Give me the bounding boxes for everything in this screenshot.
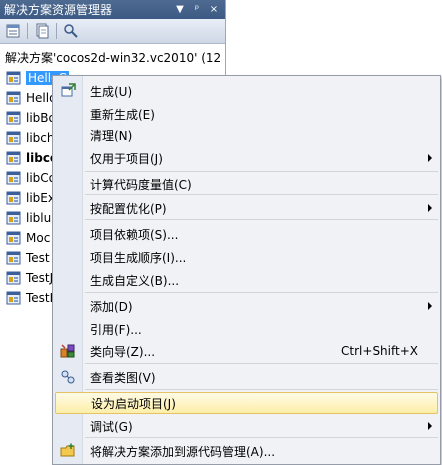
dropdown-icon[interactable]: ▼ xyxy=(173,3,187,17)
vc-project-icon xyxy=(6,70,22,86)
menu-item[interactable]: 重新生成(E) xyxy=(55,103,438,125)
menu-item-shortcut: Ctrl+Shift+X xyxy=(341,344,418,358)
vc-project-icon xyxy=(6,270,22,286)
panel-toolbar xyxy=(0,19,225,44)
submenu-arrow-icon xyxy=(428,204,432,212)
menu-item-label: 设为启动项目(J) xyxy=(91,396,176,411)
submenu-arrow-icon xyxy=(428,302,432,310)
menu-separator xyxy=(85,363,438,364)
vc-project-icon xyxy=(6,230,22,246)
pin-icon[interactable]: ᵖ xyxy=(190,3,204,17)
menu-separator xyxy=(85,219,438,220)
toolbar-separator xyxy=(56,23,57,39)
toolbar-separator xyxy=(27,23,28,39)
vc-project-icon xyxy=(6,110,22,126)
menu-item[interactable]: 设为启动项目(J) xyxy=(55,392,438,414)
menu-item-label: 生成自定义(B)... xyxy=(90,273,180,288)
menu-item[interactable]: 生成(U) xyxy=(55,80,438,102)
menu-item-label: 类向导(Z)... xyxy=(90,344,156,359)
project-label: Moc xyxy=(26,231,51,245)
vc-project-icon xyxy=(6,130,22,146)
source-control-icon xyxy=(60,443,76,459)
vc-project-icon xyxy=(6,170,22,186)
menu-item-label: 将解决方案添加到源代码管理(A)... xyxy=(90,444,276,459)
menu-item-label: 调试(G) xyxy=(90,419,133,434)
close-icon[interactable]: × xyxy=(207,3,221,17)
menu-item-label: 计算代码度量值(C) xyxy=(90,177,192,192)
vc-project-icon xyxy=(6,250,22,266)
menu-separator xyxy=(85,389,438,390)
panel-titlebar: 解决方案资源管理器 ▼ ᵖ × xyxy=(0,0,225,19)
show-all-files-icon[interactable] xyxy=(33,22,51,40)
menu-item-label: 项目依赖项(S)... xyxy=(90,227,179,242)
menu-item[interactable]: 项目依赖项(S)... xyxy=(55,223,438,245)
class-wizard-icon xyxy=(60,343,76,359)
menu-item[interactable]: 类向导(Z)... Ctrl+Shift+X xyxy=(55,340,438,362)
menu-item[interactable]: 清理(N) xyxy=(55,124,438,146)
properties-icon[interactable] xyxy=(4,22,22,40)
menu-item-label: 重新生成(E) xyxy=(90,107,155,122)
project-label: libch xyxy=(26,131,55,145)
menu-item-label: 查看类图(V) xyxy=(90,370,156,385)
menu-item-label: 添加(D) xyxy=(90,299,133,314)
menu-item[interactable]: 将解决方案添加到源代码管理(A)... xyxy=(55,440,438,462)
menu-item[interactable]: 计算代码度量值(C) xyxy=(55,173,438,195)
menu-item-label: 引用(F)... xyxy=(90,322,142,337)
project-label: libEx xyxy=(26,191,55,205)
context-menu: 生成(U) 重新生成(E) 清理(N) 仅用于项目(J) 计算代码度量值(C) 按配置优化… xyxy=(52,75,441,465)
menu-item[interactable]: 引用(F)... xyxy=(55,318,438,340)
menu-item[interactable]: 调试(G) xyxy=(55,415,438,437)
menu-item[interactable]: 添加(D) xyxy=(55,295,438,317)
vc-project-icon xyxy=(6,190,22,206)
build-icon xyxy=(60,83,76,99)
menu-item[interactable]: 生成自定义(B)... xyxy=(55,269,438,291)
view-class-diagram-icon[interactable] xyxy=(62,22,80,40)
menu-item[interactable]: 项目生成顺序(I)... xyxy=(55,246,438,268)
project-label: Test xyxy=(26,251,50,265)
class-diagram-icon xyxy=(60,369,76,385)
menu-item[interactable]: 按配置优化(P) xyxy=(55,197,438,219)
vc-project-icon xyxy=(6,150,22,166)
menu-item-label: 清理(N) xyxy=(90,128,133,143)
menu-separator xyxy=(85,292,438,293)
menu-separator xyxy=(85,437,438,438)
project-label: TestJ xyxy=(26,271,54,285)
panel-title: 解决方案资源管理器 xyxy=(4,3,113,17)
submenu-arrow-icon xyxy=(428,422,432,430)
menu-item-label: 仅用于项目(J) xyxy=(90,151,163,166)
menu-item[interactable]: 仅用于项目(J) xyxy=(55,147,438,169)
menu-item-label: 项目生成顺序(I)... xyxy=(90,250,187,265)
menu-separator xyxy=(85,171,438,172)
vc-project-icon xyxy=(6,210,22,226)
solution-node[interactable]: 解决方案'cocos2d-win32.vc2010' (12 个 xyxy=(0,48,225,68)
vc-project-icon xyxy=(6,290,22,306)
menu-item-label: 按配置优化(P) xyxy=(90,201,167,216)
vc-project-icon xyxy=(6,90,22,106)
menu-item-label: 生成(U) xyxy=(90,84,133,99)
menu-item[interactable]: 查看类图(V) xyxy=(55,366,438,388)
submenu-arrow-icon xyxy=(428,154,432,162)
